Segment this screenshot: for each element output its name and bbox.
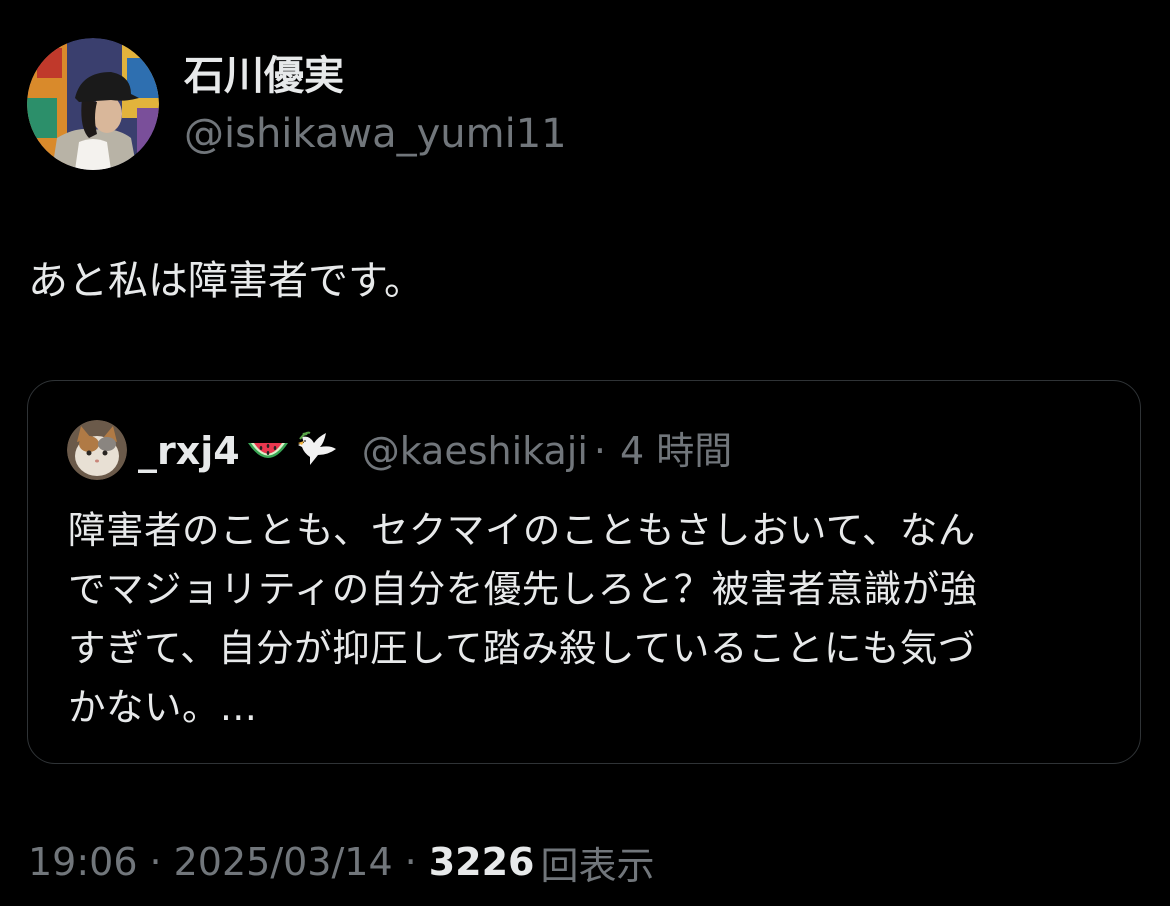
views-label: 回表示	[540, 843, 655, 888]
author-handle[interactable]: @ishikawa_yumi11	[184, 110, 567, 158]
dove-icon	[296, 429, 340, 473]
meta-separator: ·	[404, 840, 417, 884]
quote-handle[interactable]: @kaeshikaji	[362, 427, 588, 475]
tweet-meta: 19:06 · 2025/03/14 · 3226 回表示	[28, 838, 655, 888]
quote-body-text: 障害者のことも、セクマイのこともさしおいて、なん でマジョリティの自分を優先しろ…	[68, 508, 978, 729]
tweet-text: あと私は障害者です。	[28, 258, 424, 304]
quote-header: _rxj4 @kaeshikaji · 4 時間	[138, 427, 732, 475]
quote-tweet-card[interactable]: _rxj4 @kaeshikaji · 4 時間 障害者のことも、セクマイのこと…	[27, 380, 1141, 764]
quote-display-name[interactable]: _rxj4	[138, 427, 240, 475]
tweet-time[interactable]: 19:06	[28, 840, 138, 884]
cat-avatar-icon	[67, 420, 127, 480]
tweet-date[interactable]: 2025/03/14	[174, 840, 393, 884]
quote-timestamp[interactable]: 4 時間	[620, 427, 732, 475]
quote-avatar[interactable]	[67, 420, 127, 480]
separator-dot: ·	[593, 429, 606, 473]
watermelon-icon	[246, 429, 290, 473]
avatar-photo-icon	[27, 38, 159, 170]
views-count[interactable]: 3226	[429, 840, 535, 884]
author-display-name[interactable]: 石川優実	[184, 52, 344, 100]
author-avatar[interactable]	[27, 38, 159, 170]
meta-separator: ·	[149, 840, 162, 884]
